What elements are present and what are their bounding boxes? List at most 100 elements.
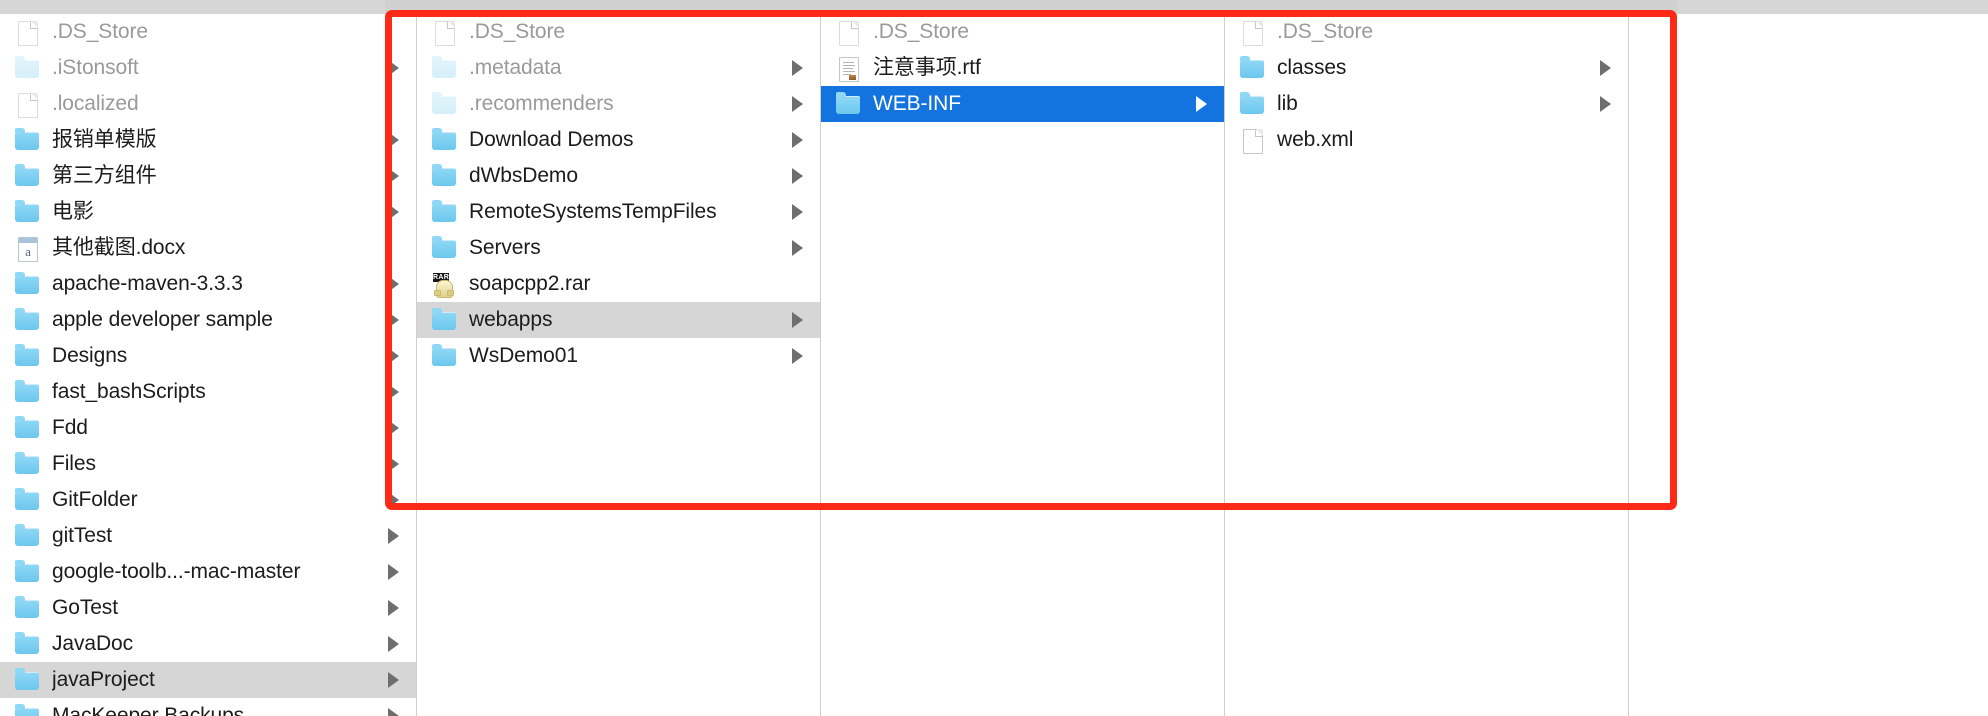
finder-column-3[interactable]: .DS_Store 注意事项.rtf WEB-INF xyxy=(821,14,1225,716)
disclosure-arrow-icon[interactable] xyxy=(782,168,812,184)
disclosure-arrow-icon[interactable] xyxy=(378,456,408,472)
disclosure-arrow-icon[interactable] xyxy=(378,492,408,508)
file-row[interactable]: Download Demos xyxy=(417,122,820,158)
disclosure-arrow-icon[interactable] xyxy=(782,312,812,328)
disclosure-arrow-icon[interactable] xyxy=(782,348,812,364)
file-row[interactable]: 注意事项.rtf xyxy=(821,50,1224,86)
disclosure-arrow-icon[interactable] xyxy=(378,204,408,220)
disclosure-arrow-icon[interactable] xyxy=(782,60,812,76)
file-row[interactable]: apache-maven-3.3.3 xyxy=(0,266,416,302)
document-icon xyxy=(14,19,40,46)
disclosure-arrow-icon[interactable] xyxy=(378,708,408,716)
file-row[interactable]: fast_bashScripts xyxy=(0,374,416,410)
file-row[interactable]: webapps xyxy=(417,302,820,338)
file-name-label: .iStonsoft xyxy=(52,56,139,79)
disclosure-arrow-icon[interactable] xyxy=(378,528,408,544)
disclosure-arrow-icon[interactable] xyxy=(782,204,812,220)
file-row[interactable]: GitFolder xyxy=(0,482,416,518)
folder-icon xyxy=(1239,55,1265,81)
file-row[interactable]: JavaDoc xyxy=(0,626,416,662)
file-row[interactable]: RemoteSystemsTempFiles xyxy=(417,194,820,230)
disclosure-arrow-icon[interactable] xyxy=(378,312,408,328)
file-row[interactable]: Files xyxy=(0,446,416,482)
file-name-label: web.xml xyxy=(1277,128,1354,151)
disclosure-arrow-icon[interactable] xyxy=(378,600,408,616)
file-row[interactable]: 第三方组件 xyxy=(0,158,416,194)
folder-icon xyxy=(14,559,40,585)
file-row[interactable]: MacKeeper Backups xyxy=(0,698,416,716)
file-row[interactable]: WsDemo01 xyxy=(417,338,820,374)
file-row[interactable]: Designs xyxy=(0,338,416,374)
file-name-label: google-toolb...-mac-master xyxy=(52,560,301,583)
folder-icon xyxy=(431,91,457,117)
file-name-label: lib xyxy=(1277,92,1298,115)
disclosure-arrow-icon[interactable] xyxy=(782,96,812,112)
file-row[interactable]: GoTest xyxy=(0,590,416,626)
finder-column-empty[interactable] xyxy=(1629,14,1988,716)
folder-icon xyxy=(14,703,40,716)
disclosure-arrow-icon[interactable] xyxy=(378,420,408,436)
folder-icon xyxy=(431,163,457,189)
file-row[interactable]: RAR soapcpp2.rar xyxy=(417,266,820,302)
disclosure-arrow-icon[interactable] xyxy=(378,564,408,580)
folder-icon xyxy=(14,379,40,405)
finder-column-4[interactable]: .DS_Storeclasses lib web.xml xyxy=(1225,14,1629,716)
disclosure-arrow-icon[interactable] xyxy=(378,636,408,652)
disclosure-arrow-icon[interactable] xyxy=(378,276,408,292)
file-row[interactable]: .DS_Store xyxy=(0,14,416,50)
rtf-icon xyxy=(835,55,861,82)
file-row[interactable]: javaProject xyxy=(0,662,416,698)
folder-icon xyxy=(14,343,40,369)
file-row[interactable]: Servers xyxy=(417,230,820,266)
disclosure-arrow-icon[interactable] xyxy=(782,132,812,148)
file-row[interactable]: apple developer sample xyxy=(0,302,416,338)
file-name-label: .DS_Store xyxy=(52,20,148,43)
disclosure-arrow-icon[interactable] xyxy=(1590,96,1620,112)
file-row[interactable]: .DS_Store xyxy=(1225,14,1628,50)
file-row[interactable]: .iStonsoft xyxy=(0,50,416,86)
docx-icon: a xyxy=(14,235,40,262)
file-row[interactable]: google-toolb...-mac-master xyxy=(0,554,416,590)
disclosure-arrow-icon[interactable] xyxy=(782,240,812,256)
disclosure-arrow-icon[interactable] xyxy=(378,348,408,364)
folder-icon xyxy=(14,595,40,621)
file-row[interactable]: 电影 xyxy=(0,194,416,230)
file-row[interactable]: classes xyxy=(1225,50,1628,86)
file-row[interactable]: .metadata xyxy=(417,50,820,86)
file-name-label: .localized xyxy=(52,92,139,115)
disclosure-arrow-icon[interactable] xyxy=(378,384,408,400)
folder-icon xyxy=(14,55,40,81)
file-name-label: WsDemo01 xyxy=(469,344,578,367)
file-row[interactable]: lib xyxy=(1225,86,1628,122)
file-row[interactable]: .DS_Store xyxy=(821,14,1224,50)
file-name-label: MacKeeper Backups xyxy=(52,704,245,716)
file-name-label: GitFolder xyxy=(52,488,138,511)
finder-column-2-rows: .DS_Store .metadata .recommenders Download … xyxy=(417,14,820,374)
file-name-label: Download Demos xyxy=(469,128,634,151)
finder-column-view-window: .DS_Store .iStonsoft .localized 报销单模版 第三方组件电… xyxy=(0,0,1988,716)
disclosure-arrow-icon[interactable] xyxy=(378,672,408,688)
file-row[interactable]: Fdd xyxy=(0,410,416,446)
file-row[interactable]: web.xml xyxy=(1225,122,1628,158)
disclosure-arrow-icon[interactable] xyxy=(378,168,408,184)
disclosure-arrow-icon[interactable] xyxy=(378,132,408,148)
disclosure-arrow-icon[interactable] xyxy=(1186,96,1216,112)
finder-column-2[interactable]: .DS_Store .metadata .recommenders Download … xyxy=(417,14,821,716)
file-row[interactable]: dWbsDemo xyxy=(417,158,820,194)
folder-icon xyxy=(14,199,40,225)
file-row[interactable]: 报销单模版 xyxy=(0,122,416,158)
file-name-label: .DS_Store xyxy=(1277,20,1373,43)
file-row[interactable]: .recommenders xyxy=(417,86,820,122)
file-row[interactable]: gitTest xyxy=(0,518,416,554)
file-row[interactable]: WEB-INF xyxy=(821,86,1224,122)
file-row[interactable]: a 其他截图.docx xyxy=(0,230,416,266)
file-row[interactable]: .DS_Store xyxy=(417,14,820,50)
folder-icon xyxy=(431,307,457,333)
finder-column-3-rows: .DS_Store 注意事项.rtf WEB-INF xyxy=(821,14,1224,122)
file-row[interactable]: .localized xyxy=(0,86,416,122)
disclosure-arrow-icon[interactable] xyxy=(378,60,408,76)
file-name-label: soapcpp2.rar xyxy=(469,272,591,295)
disclosure-arrow-icon[interactable] xyxy=(1590,60,1620,76)
finder-column-1[interactable]: .DS_Store .iStonsoft .localized 报销单模版 第三方组件电… xyxy=(0,14,417,716)
file-name-label: fast_bashScripts xyxy=(52,380,206,403)
